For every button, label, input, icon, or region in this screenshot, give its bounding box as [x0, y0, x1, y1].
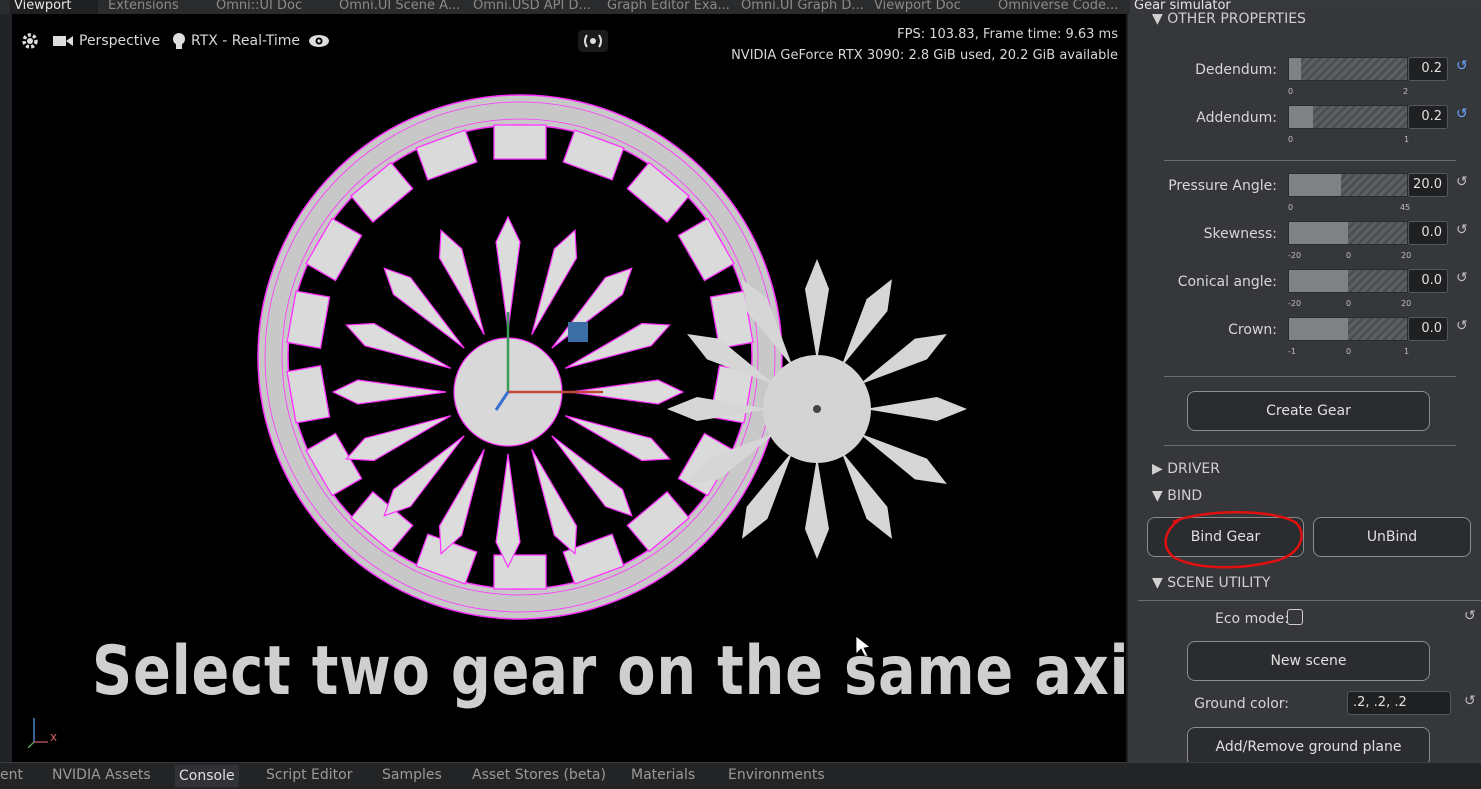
crown-mid: 0	[1346, 347, 1352, 356]
addendum-value[interactable]: 0.2	[1408, 105, 1448, 129]
tab-environments[interactable]: Environments	[728, 767, 825, 783]
conical-angle-reset-icon[interactable]: ↺	[1456, 270, 1468, 286]
left-toolbar-strip	[0, 14, 12, 762]
pressure-angle-max: 45	[1400, 203, 1411, 212]
divider	[1164, 376, 1456, 377]
pressure-angle-reset-icon[interactable]: ↺	[1456, 174, 1468, 190]
annotation-circle	[1164, 511, 1303, 569]
conical-angle-mid: 0	[1346, 299, 1352, 308]
tab-nvidia-assets[interactable]: NVIDIA Assets	[52, 767, 151, 783]
eco-mode-checkbox[interactable]	[1287, 609, 1303, 625]
bottom-tab-bar: ent NVIDIA Assets Console Script Editor …	[0, 762, 1481, 789]
pressure-angle-fill	[1289, 174, 1341, 196]
gear-simulator-panel: ▼ OTHER PROPERTIES Dedendum: 0.2 0 2 ↺ A…	[1128, 11, 1481, 767]
conical-angle-slider[interactable]	[1288, 269, 1408, 293]
tab-script-editor[interactable]: Script Editor	[266, 767, 353, 783]
tab-viewport-doc[interactable]: Viewport Doc	[870, 0, 990, 14]
conical-angle-fill	[1289, 270, 1348, 292]
pressure-angle-slider[interactable]	[1288, 173, 1408, 197]
tab-omni-ui-scene[interactable]: Omni.UI Scene A...	[335, 0, 467, 14]
ground-color-field[interactable]: .2, .2, .2	[1347, 691, 1451, 715]
unbind-button[interactable]: UnBind	[1313, 517, 1471, 557]
conical-angle-label: Conical angle:	[1177, 274, 1277, 290]
tab-viewport[interactable]: Viewport	[10, 0, 98, 14]
tab-extensions[interactable]: Extensions	[104, 0, 204, 14]
section-driver[interactable]: ▶ DRIVER	[1152, 461, 1220, 477]
dedendum-min: 0	[1288, 87, 1294, 96]
ground-color-label: Ground color:	[1194, 696, 1289, 712]
tab-console[interactable]: Console	[175, 765, 239, 787]
skewness-slider[interactable]	[1288, 221, 1408, 245]
crown-value[interactable]: 0.0	[1408, 317, 1448, 341]
skewness-min: -20	[1288, 251, 1302, 260]
pressure-angle-min: 0	[1288, 203, 1294, 212]
tab-omni-ui-doc[interactable]: Omni::UI Doc	[212, 0, 330, 14]
tab-materials[interactable]: Materials	[631, 767, 695, 783]
crown-label: Crown:	[1228, 322, 1277, 338]
skewness-fill	[1289, 222, 1348, 244]
conical-angle-min: -20	[1288, 299, 1302, 308]
section-bind[interactable]: ▼ BIND	[1152, 488, 1202, 504]
skewness-max: 20	[1401, 251, 1412, 260]
tab-asset-stores[interactable]: Asset Stores (beta)	[472, 767, 606, 783]
skewness-mid: 0	[1346, 251, 1352, 260]
dedendum-value[interactable]: 0.2	[1408, 57, 1448, 81]
addendum-reset-icon[interactable]: ↺	[1456, 106, 1468, 122]
dedendum-label: Dedendum:	[1195, 62, 1277, 78]
dedendum-slider[interactable]	[1288, 57, 1408, 81]
skewness-value[interactable]: 0.0	[1408, 221, 1448, 245]
ground-color-reset-icon[interactable]: ↺	[1464, 693, 1476, 709]
conical-angle-value[interactable]: 0.0	[1408, 269, 1448, 293]
section-scene-utility[interactable]: ▼ SCENE UTILITY	[1152, 575, 1270, 591]
eco-mode-reset-icon[interactable]: ↺	[1464, 608, 1476, 624]
create-gear-button[interactable]: Create Gear	[1187, 391, 1430, 431]
pressure-angle-value[interactable]: 20.0	[1408, 173, 1448, 197]
tab-omni-ui-graph[interactable]: Omni.UI Graph D...	[737, 0, 869, 14]
section-other-properties[interactable]: ▼ OTHER PROPERTIES	[1152, 11, 1306, 27]
tab-samples[interactable]: Samples	[382, 767, 442, 783]
axis-x-label: x	[50, 730, 58, 744]
skewness-label: Skewness:	[1203, 226, 1277, 242]
divider	[1164, 445, 1456, 446]
crown-max: 1	[1404, 347, 1410, 356]
viewport[interactable]: Perspective RTX - Real-Time FPS: 103.83,…	[12, 14, 1126, 762]
crown-reset-icon[interactable]: ↺	[1456, 318, 1468, 334]
addendum-slider[interactable]	[1288, 105, 1408, 129]
addendum-min: 0	[1288, 135, 1294, 144]
crown-fill	[1289, 318, 1348, 340]
eco-mode-label: Eco mode:	[1215, 611, 1289, 627]
dedendum-max: 2	[1403, 87, 1409, 96]
pressure-angle-label: Pressure Angle:	[1168, 178, 1277, 194]
divider	[1138, 600, 1481, 601]
addendum-max: 1	[1404, 135, 1410, 144]
crown-slider[interactable]	[1288, 317, 1408, 341]
addendum-label: Addendum:	[1196, 110, 1277, 126]
tab-graph-editor[interactable]: Graph Editor Exa...	[603, 0, 735, 14]
tab-content[interactable]: ent	[0, 767, 23, 783]
center-gear	[332, 216, 684, 568]
tab-omniverse-code[interactable]: Omniverse Code...	[994, 0, 1128, 14]
dedendum-reset-icon[interactable]: ↺	[1456, 58, 1468, 74]
tab-omni-usd-api[interactable]: Omni.USD API D...	[469, 0, 601, 14]
new-scene-button[interactable]: New scene	[1187, 641, 1430, 681]
conical-angle-max: 20	[1401, 299, 1412, 308]
add-remove-ground-button[interactable]: Add/Remove ground plane	[1187, 727, 1430, 767]
dedendum-fill	[1289, 58, 1301, 80]
addendum-fill	[1289, 106, 1313, 128]
skewness-reset-icon[interactable]: ↺	[1456, 222, 1468, 238]
video-caption: Select two gear on the same axis	[92, 632, 1126, 711]
crown-min: -1	[1288, 347, 1296, 356]
divider	[1164, 160, 1456, 161]
